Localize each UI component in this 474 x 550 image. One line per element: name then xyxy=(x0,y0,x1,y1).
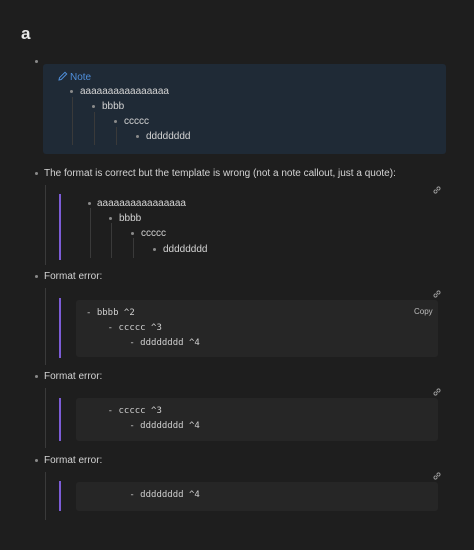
list-item-text: Format error: xyxy=(44,271,103,282)
list-item-text: Format error: xyxy=(44,455,103,466)
indent-guide xyxy=(45,472,46,520)
list-bullet xyxy=(88,202,91,205)
quote-bar xyxy=(59,481,61,511)
indent-guide xyxy=(111,223,112,258)
list-bullet xyxy=(35,275,38,278)
list-bullet xyxy=(114,120,117,123)
indent-guide xyxy=(90,208,91,258)
code-line: - dddddddd ^4 xyxy=(86,338,200,348)
code-line: - bbbb ^2 xyxy=(86,308,135,318)
list-bullet xyxy=(153,248,156,251)
list-item: bbbb xyxy=(119,213,142,224)
list-bullet xyxy=(35,172,38,175)
quote-bar xyxy=(59,298,61,358)
quote-bar xyxy=(59,194,61,260)
list-bullet xyxy=(70,90,73,93)
list-bullet xyxy=(35,375,38,378)
list-bullet xyxy=(136,135,139,138)
indent-guide xyxy=(45,388,46,448)
indent-guide xyxy=(133,238,134,258)
list-item: ccccc xyxy=(141,228,166,239)
list-bullet xyxy=(35,60,38,63)
code-block xyxy=(76,398,438,441)
list-item: ccccc xyxy=(124,116,149,127)
list-bullet xyxy=(131,232,134,235)
list-item: aaaaaaaaaaaaaaaa xyxy=(80,86,169,97)
list-item: dddddddd xyxy=(163,244,208,255)
indent-guide xyxy=(45,288,46,365)
code-line: - dddddddd ^4 xyxy=(86,490,200,500)
note-label: Note xyxy=(70,72,92,83)
list-bullet xyxy=(109,217,112,220)
code-line: - ccccc ^3 xyxy=(86,323,162,333)
indent-guide xyxy=(94,112,95,145)
note-callout-title: Note xyxy=(58,71,91,83)
quote-bar xyxy=(59,398,61,441)
list-bullet xyxy=(92,105,95,108)
indent-guide xyxy=(45,185,46,265)
list-item-text: Format error: xyxy=(44,371,103,382)
pencil-icon xyxy=(58,71,68,81)
link-icon[interactable] xyxy=(431,470,443,482)
link-icon[interactable] xyxy=(431,386,443,398)
list-item-text: The format is correct but the template i… xyxy=(44,168,396,179)
code-line: - dddddddd ^4 xyxy=(86,421,200,431)
list-item: bbbb xyxy=(102,101,125,112)
link-icon[interactable] xyxy=(431,184,443,196)
link-icon[interactable] xyxy=(431,288,443,300)
copy-button[interactable]: Copy xyxy=(414,307,433,316)
page-title: a xyxy=(21,24,31,43)
indent-guide xyxy=(116,127,117,145)
list-item: dddddddd xyxy=(146,131,191,142)
list-bullet xyxy=(35,459,38,462)
indent-guide xyxy=(72,97,73,145)
list-item: aaaaaaaaaaaaaaaa xyxy=(97,198,186,209)
code-line: - ccccc ^3 xyxy=(86,406,162,416)
